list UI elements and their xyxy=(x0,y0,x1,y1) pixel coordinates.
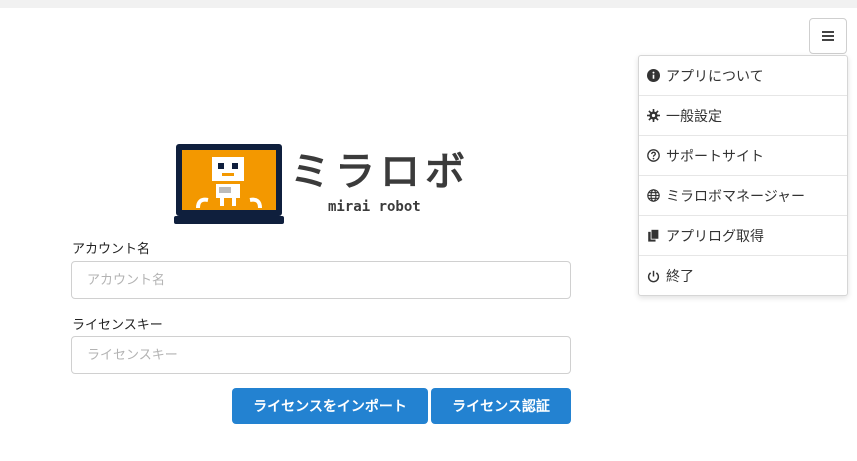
menu-item-label: 一般設定 xyxy=(666,108,722,125)
hamburger-icon xyxy=(822,35,834,37)
logo-subtitle: mirai robot xyxy=(328,199,421,215)
logo-title: ミラロボ xyxy=(290,149,470,195)
hamburger-menu-button[interactable] xyxy=(809,18,847,54)
license-key-label: ライセンスキー xyxy=(72,318,163,333)
menu-item-support-site[interactable]: サポートサイト xyxy=(639,136,847,176)
menu-item-exit[interactable]: 終了 xyxy=(639,256,847,296)
copy-icon xyxy=(646,229,660,243)
menu-item-general-settings[interactable]: 一般設定 xyxy=(639,96,847,136)
gear-icon xyxy=(646,109,660,123)
menu-item-label: ミラロボマネージャー xyxy=(666,188,806,205)
power-icon xyxy=(646,269,660,283)
license-key-input[interactable] xyxy=(71,336,571,374)
menu-item-label: 終了 xyxy=(666,269,694,285)
info-icon xyxy=(646,69,660,83)
window-top-strip xyxy=(0,0,857,8)
menu-item-app-log[interactable]: アプリログ取得 xyxy=(639,216,847,256)
account-label: アカウント名 xyxy=(72,242,151,257)
account-input[interactable] xyxy=(71,261,571,299)
menu-item-about[interactable]: アプリについて xyxy=(639,56,847,96)
globe-icon xyxy=(646,189,660,203)
menu-item-label: サポートサイト xyxy=(666,148,764,165)
license-auth-button[interactable]: ライセンス認証 xyxy=(431,388,571,424)
question-icon xyxy=(646,149,660,163)
menu-item-label: アプリログ取得 xyxy=(666,228,764,245)
menu-item-mirarobo-manager[interactable]: ミラロボマネージャー xyxy=(639,176,847,216)
dropdown-menu: アプリについて 一般設定 サポートサイト ミラロボマネージャー アプリログ取得 … xyxy=(638,55,848,296)
menu-item-label: アプリについて xyxy=(666,68,764,85)
import-license-button[interactable]: ライセンスをインポート xyxy=(232,388,428,424)
